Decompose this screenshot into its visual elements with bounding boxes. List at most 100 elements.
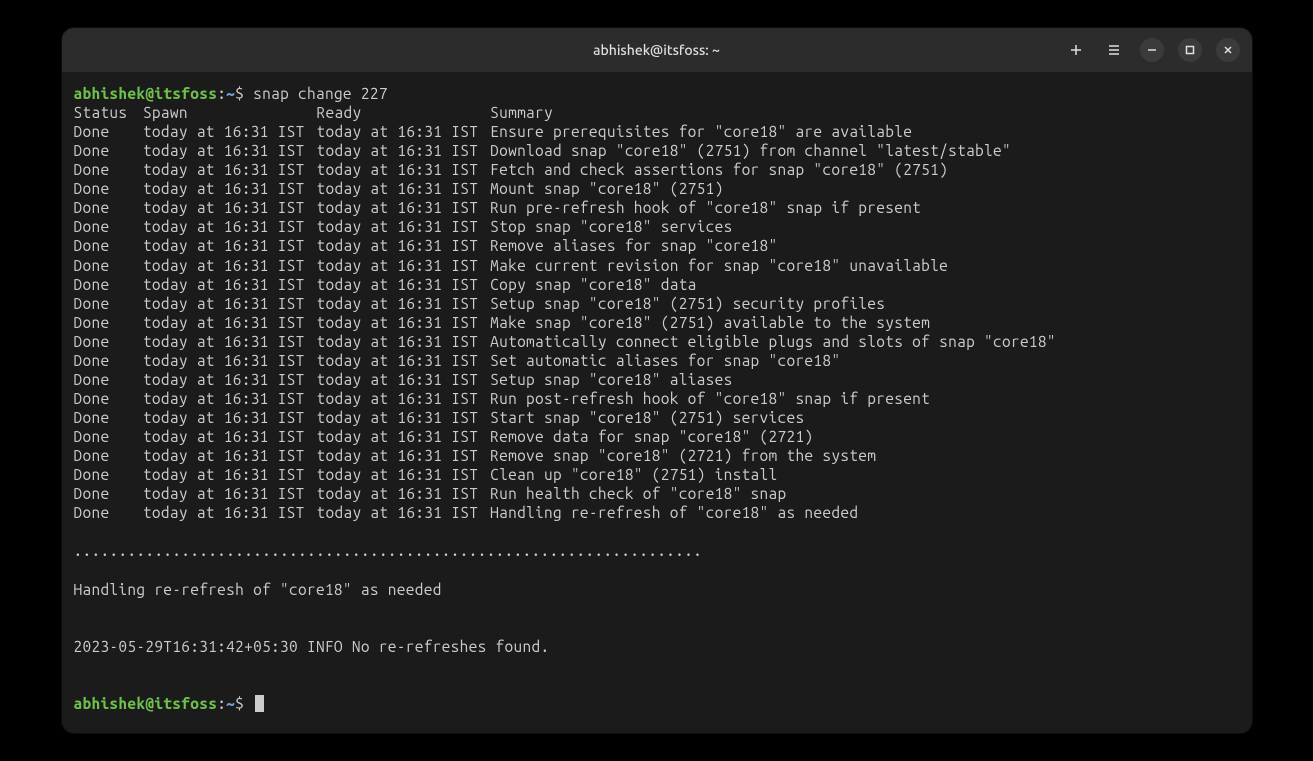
cell-spawn: today at 16:31 IST bbox=[143, 198, 317, 217]
prompt-dollar: $ bbox=[235, 695, 244, 712]
cell-spawn: today at 16:31 IST bbox=[143, 275, 317, 294]
cell-summary: Automatically connect eligible plugs and… bbox=[490, 333, 1056, 350]
cell-summary: Mount snap "core18" (2751) bbox=[490, 180, 723, 197]
cell-summary: Fetch and check assertions for snap "cor… bbox=[490, 161, 948, 178]
cell-summary: Run post-refresh hook of "core18" snap i… bbox=[490, 390, 930, 407]
minimize-button[interactable] bbox=[1140, 38, 1164, 62]
cell-spawn: today at 16:31 IST bbox=[143, 408, 317, 427]
cell-ready: today at 16:31 IST bbox=[317, 446, 491, 465]
cell-summary: Make current revision for snap "core18" … bbox=[490, 257, 948, 274]
cell-summary: Handling re-refresh of "core18" as neede… bbox=[490, 504, 858, 521]
cell-summary: Run pre-refresh hook of "core18" snap if… bbox=[490, 199, 921, 216]
header-status: Status bbox=[74, 103, 143, 122]
cell-summary: Setup snap "core18" (2751) security prof… bbox=[490, 295, 885, 312]
cell-status: Done bbox=[74, 465, 143, 484]
cell-ready: today at 16:31 IST bbox=[317, 503, 491, 522]
prompt-separator: : bbox=[217, 695, 226, 712]
cell-spawn: today at 16:31 IST bbox=[143, 465, 317, 484]
cell-spawn: today at 16:31 IST bbox=[143, 179, 317, 198]
output-row: Donetoday at 16:31 ISTtoday at 16:31 IST… bbox=[74, 332, 1240, 351]
footer-log-line: 2023-05-29T16:31:42+05:30 INFO No re-ref… bbox=[74, 637, 1240, 656]
cell-spawn: today at 16:31 IST bbox=[143, 332, 317, 351]
cell-ready: today at 16:31 IST bbox=[317, 217, 491, 236]
cell-status: Done bbox=[74, 122, 143, 141]
cell-spawn: today at 16:31 IST bbox=[143, 256, 317, 275]
cell-spawn: today at 16:31 IST bbox=[143, 427, 317, 446]
cell-ready: today at 16:31 IST bbox=[317, 351, 491, 370]
cell-ready: today at 16:31 IST bbox=[317, 389, 491, 408]
header-spawn: Spawn bbox=[143, 103, 317, 122]
cell-spawn: today at 16:31 IST bbox=[143, 370, 317, 389]
cell-status: Done bbox=[74, 141, 143, 160]
prompt-user-host: abhishek@itsfoss bbox=[74, 695, 218, 712]
titlebar: abhishek@itsfoss: ~ bbox=[62, 28, 1252, 72]
cell-ready: today at 16:31 IST bbox=[317, 160, 491, 179]
command-text: snap change 227 bbox=[253, 85, 388, 102]
output-row: Donetoday at 16:31 ISTtoday at 16:31 IST… bbox=[74, 275, 1240, 294]
cell-status: Done bbox=[74, 313, 143, 332]
cell-ready: today at 16:31 IST bbox=[317, 484, 491, 503]
cell-summary: Setup snap "core18" aliases bbox=[490, 371, 732, 388]
terminal-window: abhishek@itsfoss: ~ abhishek@itsfoss:~$ … bbox=[62, 28, 1252, 733]
footer-dots: ........................................… bbox=[74, 541, 1240, 560]
cell-spawn: today at 16:31 IST bbox=[143, 351, 317, 370]
cell-ready: today at 16:31 IST bbox=[317, 122, 491, 141]
hamburger-menu-button[interactable] bbox=[1102, 38, 1126, 62]
cell-spawn: today at 16:31 IST bbox=[143, 160, 317, 179]
cell-ready: today at 16:31 IST bbox=[317, 408, 491, 427]
cell-summary: Remove data for snap "core18" (2721) bbox=[490, 428, 813, 445]
output-row: Donetoday at 16:31 ISTtoday at 16:31 IST… bbox=[74, 370, 1240, 389]
cell-spawn: today at 16:31 IST bbox=[143, 313, 317, 332]
cell-status: Done bbox=[74, 351, 143, 370]
cell-status: Done bbox=[74, 446, 143, 465]
prompt-line-2: abhishek@itsfoss:~$ bbox=[74, 694, 1240, 713]
new-tab-button[interactable] bbox=[1064, 38, 1088, 62]
output-row: Donetoday at 16:31 ISTtoday at 16:31 IST… bbox=[74, 236, 1240, 255]
footer-handling: Handling re-refresh of "core18" as neede… bbox=[74, 580, 1240, 599]
maximize-button[interactable] bbox=[1178, 38, 1202, 62]
cell-spawn: today at 16:31 IST bbox=[143, 122, 317, 141]
header-ready: Ready bbox=[317, 103, 491, 122]
output-row: Donetoday at 16:31 ISTtoday at 16:31 IST… bbox=[74, 446, 1240, 465]
output-row: Donetoday at 16:31 ISTtoday at 16:31 IST… bbox=[74, 503, 1240, 522]
cell-summary: Stop snap "core18" services bbox=[490, 218, 732, 235]
cell-status: Done bbox=[74, 198, 143, 217]
output-row: Donetoday at 16:31 ISTtoday at 16:31 IST… bbox=[74, 122, 1240, 141]
cell-status: Done bbox=[74, 389, 143, 408]
cell-status: Done bbox=[74, 484, 143, 503]
cell-summary: Download snap "core18" (2751) from chann… bbox=[490, 142, 1011, 159]
cell-ready: today at 16:31 IST bbox=[317, 275, 491, 294]
cell-summary: Remove aliases for snap "core18" bbox=[490, 237, 777, 254]
cell-status: Done bbox=[74, 217, 143, 236]
header-row: StatusSpawnReadySummary bbox=[74, 103, 1240, 122]
output-row: Donetoday at 16:31 ISTtoday at 16:31 IST… bbox=[74, 256, 1240, 275]
cell-summary: Copy snap "core18" data bbox=[490, 276, 697, 293]
cell-status: Done bbox=[74, 332, 143, 351]
output-row: Donetoday at 16:31 ISTtoday at 16:31 IST… bbox=[74, 351, 1240, 370]
output-row: Donetoday at 16:31 ISTtoday at 16:31 IST… bbox=[74, 427, 1240, 446]
titlebar-controls bbox=[1064, 38, 1240, 62]
cell-ready: today at 16:31 IST bbox=[317, 141, 491, 160]
output-row: Donetoday at 16:31 ISTtoday at 16:31 IST… bbox=[74, 408, 1240, 427]
cell-summary: Remove snap "core18" (2721) from the sys… bbox=[490, 447, 876, 464]
close-button[interactable] bbox=[1216, 38, 1240, 62]
cursor bbox=[255, 695, 264, 712]
cell-spawn: today at 16:31 IST bbox=[143, 389, 317, 408]
cell-status: Done bbox=[74, 408, 143, 427]
header-summary: Summary bbox=[490, 104, 553, 121]
output-row: Donetoday at 16:31 ISTtoday at 16:31 IST… bbox=[74, 484, 1240, 503]
cell-ready: today at 16:31 IST bbox=[317, 179, 491, 198]
cell-spawn: today at 16:31 IST bbox=[143, 236, 317, 255]
output-row: Donetoday at 16:31 ISTtoday at 16:31 IST… bbox=[74, 198, 1240, 217]
output-row: Donetoday at 16:31 ISTtoday at 16:31 IST… bbox=[74, 294, 1240, 313]
cell-ready: today at 16:31 IST bbox=[317, 427, 491, 446]
output-row: Donetoday at 16:31 ISTtoday at 16:31 IST… bbox=[74, 313, 1240, 332]
cell-summary: Clean up "core18" (2751) install bbox=[490, 466, 777, 483]
cell-status: Done bbox=[74, 179, 143, 198]
cell-status: Done bbox=[74, 236, 143, 255]
terminal-body[interactable]: abhishek@itsfoss:~$ snap change 227Statu… bbox=[62, 72, 1252, 733]
output-row: Donetoday at 16:31 ISTtoday at 16:31 IST… bbox=[74, 179, 1240, 198]
cell-spawn: today at 16:31 IST bbox=[143, 484, 317, 503]
cell-ready: today at 16:31 IST bbox=[317, 236, 491, 255]
cell-status: Done bbox=[74, 427, 143, 446]
